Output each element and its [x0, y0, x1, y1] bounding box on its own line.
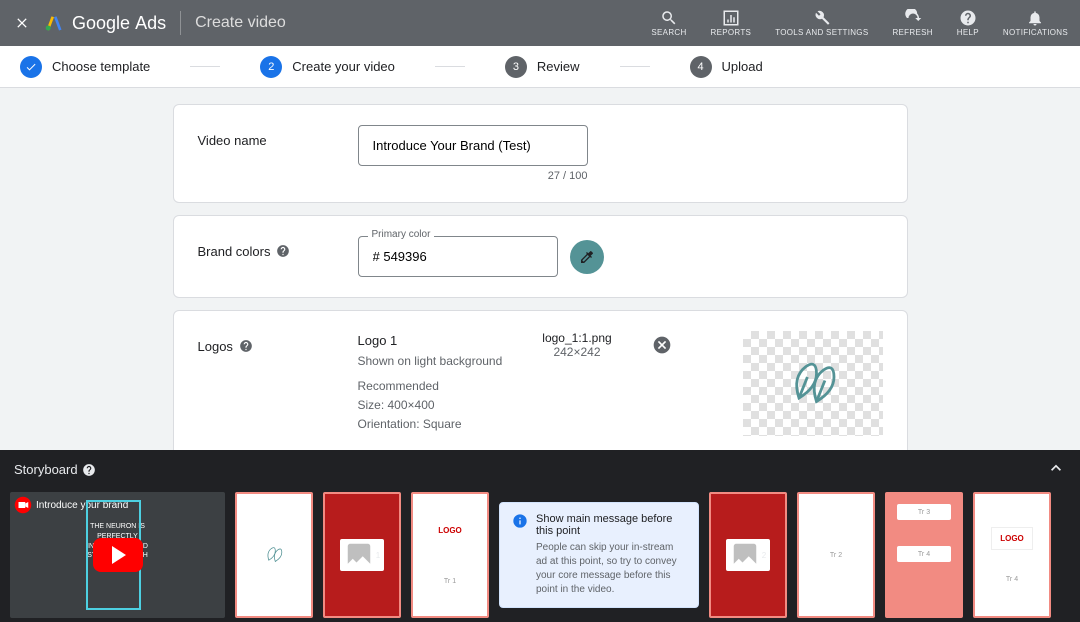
help-tool[interactable]: HELP: [957, 9, 979, 38]
primary-color-input[interactable]: [358, 236, 558, 277]
text-bar: Tr 4: [897, 546, 951, 562]
eyedropper-icon: [579, 249, 595, 265]
wrench-icon: [813, 9, 831, 27]
video-name-counter: 27 / 100: [358, 170, 588, 182]
logo-meta: Logo 1 Shown on light background Recomme…: [358, 331, 503, 436]
google-ads-logo: Google Ads: [44, 13, 166, 34]
reports-icon: [722, 9, 740, 27]
cancel-icon: [652, 335, 672, 355]
collapse-storyboard-button[interactable]: [1046, 458, 1066, 481]
bell-icon: [1026, 9, 1044, 27]
brand-colors-label: Brand colors: [198, 244, 271, 259]
brand-suffix: Ads: [135, 13, 166, 33]
page-title: Create video: [195, 14, 286, 32]
logo-preview: [743, 331, 883, 436]
logo-filename: logo_1:1.png: [542, 331, 611, 345]
help-icon[interactable]: [239, 339, 253, 353]
storyboard-panel: Storyboard Introduce your brand THE NEUR…: [0, 450, 1080, 622]
video-name-card: Video name 27 / 100: [173, 104, 908, 203]
step-divider: [190, 66, 220, 67]
text-bar: Tr 3: [897, 504, 951, 520]
step-label: Upload: [722, 59, 763, 74]
storyboard-frame-bars[interactable]: Tr 3 Tr 4: [885, 492, 963, 618]
step-upload[interactable]: 4 Upload: [690, 56, 763, 78]
logo-orientation: Orientation: Square: [358, 415, 503, 434]
logo-file-info: logo_1:1.png 242×242: [542, 331, 611, 436]
logo-size: Size: 400×400: [358, 396, 503, 415]
help-icon: [959, 9, 977, 27]
storyboard-frame-image-2[interactable]: 2: [709, 492, 787, 618]
logos-card: Logos Logo 1 Shown on light background R…: [173, 310, 908, 450]
step-label: Create your video: [292, 59, 395, 74]
storyboard-frame-text-1[interactable]: LOGO Tr 1: [411, 492, 489, 618]
storyboard-intro-frame[interactable]: Introduce your brand THE NEURON IS PERFE…: [10, 492, 225, 618]
step-review[interactable]: 3 Review: [505, 56, 580, 78]
video-name-input[interactable]: [358, 125, 588, 166]
text-tag: Tr 2: [830, 552, 842, 559]
refresh-icon: [904, 9, 922, 27]
brand-colors-card: Brand colors Primary color: [173, 215, 908, 298]
logo-dimensions: 242×242: [542, 345, 611, 359]
text-tag: Tr 1: [444, 578, 456, 585]
info-title: Show main message before this point: [536, 513, 686, 537]
image-chip-2: 2: [726, 539, 770, 571]
refresh-tool[interactable]: REFRESH: [892, 9, 932, 38]
stepper: Choose template 2 Create your video 3 Re…: [0, 46, 1080, 88]
logo-recommended: Recommended: [358, 377, 503, 396]
image-chip-1: 1: [340, 539, 384, 571]
step-label: Review: [537, 59, 580, 74]
info-icon: [512, 513, 528, 529]
leaf-logo-icon: [261, 542, 287, 568]
tools-settings-tool[interactable]: TOOLS AND SETTINGS: [775, 9, 868, 38]
text-tag: Tr 4: [1006, 576, 1018, 583]
help-icon[interactable]: [276, 244, 290, 258]
brand-prefix: Google: [72, 13, 130, 33]
chevron-up-icon: [1046, 458, 1066, 478]
leaf-logo-icon: [778, 349, 848, 419]
storyboard-frame-logo-text[interactable]: LOGO Tr 4: [973, 492, 1051, 618]
youtube-camera-icon: [14, 496, 32, 514]
video-name-label: Video name: [198, 125, 358, 182]
check-icon: [25, 61, 37, 73]
remove-logo-button[interactable]: [652, 335, 672, 355]
logo-subtitle: Shown on light background: [358, 352, 503, 371]
youtube-play-button[interactable]: [93, 538, 143, 572]
primary-color-floating-label: Primary color: [368, 229, 435, 240]
step-choose-template[interactable]: Choose template: [20, 56, 150, 78]
storyboard-frame-text-2[interactable]: Tr 2: [797, 492, 875, 618]
search-icon: [660, 9, 678, 27]
info-body: People can skip your in-stream ad at thi…: [536, 541, 686, 597]
step-divider: [620, 66, 650, 67]
close-button[interactable]: [12, 13, 32, 33]
notifications-tool[interactable]: NOTIFICATIONS: [1003, 9, 1068, 38]
divider: [180, 11, 181, 35]
logos-label: Logos: [198, 339, 233, 354]
step-divider: [435, 66, 465, 67]
storyboard-title: Storyboard: [14, 462, 78, 477]
logo-placeholder: LOGO: [991, 527, 1033, 550]
color-picker-button[interactable]: [570, 240, 604, 274]
logo-title: Logo 1: [358, 331, 503, 352]
step-label: Choose template: [52, 59, 150, 74]
storyboard-frame-image-1[interactable]: 1: [323, 492, 401, 618]
help-icon[interactable]: [82, 463, 96, 477]
storyboard-frame-logo[interactable]: [235, 492, 313, 618]
storyboard-info-callout: Show main message before this point Peop…: [499, 502, 699, 608]
search-tool[interactable]: SEARCH: [651, 9, 686, 38]
reports-tool[interactable]: REPORTS: [711, 9, 752, 38]
logo-placeholder: LOGO: [438, 526, 462, 535]
step-create-video[interactable]: 2 Create your video: [260, 56, 395, 78]
